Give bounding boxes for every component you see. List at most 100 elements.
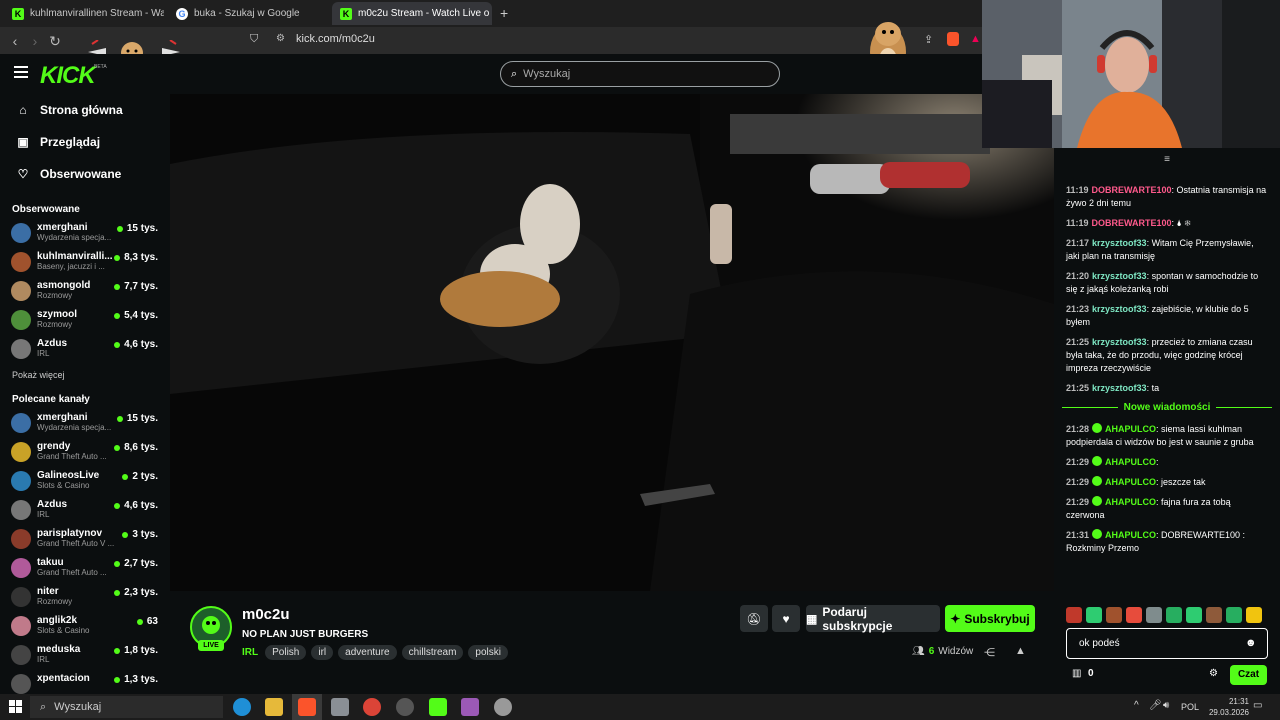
message-username[interactable]: krzysztoof33 bbox=[1092, 337, 1147, 347]
message-username[interactable]: AHAPULCO bbox=[1105, 424, 1156, 434]
points-icon[interactable]: ▥ bbox=[1072, 668, 1081, 679]
chrome-icon[interactable] bbox=[363, 698, 381, 716]
message-username[interactable]: AHAPULCO bbox=[1105, 457, 1156, 467]
emoji-picker-icon[interactable]: ☻ bbox=[1245, 637, 1257, 649]
channel-item[interactable]: xpentacion 1,3 tys. bbox=[0, 670, 170, 694]
emote-icon[interactable] bbox=[1106, 607, 1122, 623]
nav-browse[interactable]: ▣ Przeglądaj bbox=[0, 126, 170, 158]
emote-icon[interactable] bbox=[1126, 607, 1142, 623]
channel-item[interactable]: xmerghani Wydarzenia specja... 15 tys. bbox=[0, 219, 170, 248]
channel-viewers: 3 tys. bbox=[122, 529, 158, 540]
video-player[interactable] bbox=[170, 94, 1054, 591]
emote-icon[interactable] bbox=[1186, 607, 1202, 623]
channel-item[interactable]: niter Rozmowy 2,3 tys. bbox=[0, 583, 170, 612]
app-icon[interactable] bbox=[331, 698, 349, 716]
emote-icon[interactable] bbox=[1246, 607, 1262, 623]
obs-icon[interactable] bbox=[396, 698, 414, 716]
channel-item[interactable]: asmongold Rozmowy 7,7 tys. bbox=[0, 277, 170, 306]
channel-item[interactable]: szymool Rozmowy 5,4 tys. bbox=[0, 306, 170, 335]
file-explorer-icon[interactable] bbox=[265, 698, 283, 716]
clock[interactable]: 21:31 29.03.2026 bbox=[1203, 696, 1249, 718]
kick-logo[interactable]: KICK bbox=[40, 62, 96, 90]
new-tab-icon[interactable]: + bbox=[500, 5, 508, 21]
message-username[interactable]: krzysztoof33 bbox=[1092, 383, 1147, 393]
tag-chip[interactable]: polski bbox=[468, 645, 508, 660]
forward-icon[interactable]: › bbox=[26, 32, 44, 50]
browser-tab-1[interactable]: K kuhlmanvirallinen Stream - Watch Liv bbox=[4, 2, 164, 25]
search-input[interactable]: ⌕ Wyszukaj bbox=[500, 61, 780, 87]
message-username[interactable]: krzysztoof33 bbox=[1092, 238, 1147, 248]
share-icon[interactable]: ⋲ bbox=[984, 646, 995, 659]
emote-icon[interactable] bbox=[1226, 607, 1242, 623]
brave-rewards-icon[interactable]: ▲ bbox=[970, 33, 981, 45]
channel-item[interactable]: parisplatynov Grand Theft Auto V ... 3 tys… bbox=[0, 525, 170, 554]
bookmark-icon[interactable]: ⛉ bbox=[250, 33, 258, 46]
app-icon[interactable] bbox=[494, 698, 512, 716]
windows-start-icon[interactable] bbox=[9, 700, 22, 713]
tag-chip[interactable]: chillstream bbox=[401, 645, 464, 660]
gift-label: Podaruj subskrypcje bbox=[822, 604, 893, 633]
back-icon[interactable]: ‹ bbox=[6, 32, 24, 50]
channel-item[interactable]: takuu Grand Theft Auto ... 2,7 tys. bbox=[0, 554, 170, 583]
subscribe-button[interactable]: ✦ Subskrybuj bbox=[945, 605, 1035, 632]
nav-label: Obserwowane bbox=[40, 167, 122, 181]
emote-icon[interactable] bbox=[1206, 607, 1222, 623]
message-username[interactable]: krzysztoof33 bbox=[1092, 304, 1147, 314]
category-link[interactable]: IRL bbox=[242, 647, 258, 658]
emote-icon[interactable] bbox=[1086, 607, 1102, 623]
message-username[interactable]: AHAPULCO bbox=[1105, 477, 1156, 487]
nav-following[interactable]: ♡ Obserwowane bbox=[0, 158, 170, 190]
chat-send-button[interactable]: Czat bbox=[1230, 665, 1267, 685]
emote-icon[interactable] bbox=[1066, 607, 1082, 623]
tray-chevron-icon[interactable]: ^ bbox=[1134, 700, 1139, 711]
menu-icon[interactable] bbox=[14, 66, 28, 78]
channel-item[interactable]: xmerghani Wydarzenia specja... 15 tys. bbox=[0, 409, 170, 438]
channel-item[interactable]: grendy Grand Theft Auto ... 8,6 tys. bbox=[0, 438, 170, 467]
brave-shield-icon[interactable] bbox=[947, 32, 959, 46]
show-more-link[interactable]: Pokaż więcej bbox=[0, 364, 170, 386]
browser-tab-3-active[interactable]: K m0c2u Stream - Watch Live o ✕ bbox=[332, 2, 492, 25]
channel-item[interactable]: Azdus IRL 4,6 tys. bbox=[0, 496, 170, 525]
notifications-icon[interactable]: ▭ bbox=[1253, 700, 1262, 711]
message-username[interactable]: krzysztoof33 bbox=[1092, 271, 1147, 281]
site-info-icon[interactable]: ⚙ bbox=[276, 33, 285, 44]
language-indicator[interactable]: POL bbox=[1181, 702, 1199, 712]
share-icon[interactable]: ⇪ bbox=[924, 33, 933, 46]
message-username[interactable]: AHAPULCO bbox=[1105, 497, 1156, 507]
browser-tab-2[interactable]: G buka - Szukaj w Google bbox=[168, 2, 328, 25]
channel-item[interactable]: kuhlmanviralli... Baseny, jacuzzi i ... 8,… bbox=[0, 248, 170, 277]
channel-avatar bbox=[11, 529, 31, 549]
brave-browser-icon[interactable] bbox=[298, 698, 316, 716]
message-username[interactable]: DOBREWARTE100 bbox=[1092, 185, 1172, 195]
channel-item[interactable]: meduska IRL 1,8 tys. bbox=[0, 641, 170, 670]
chat-input[interactable]: ok podeś bbox=[1066, 628, 1268, 659]
tag-chip[interactable]: adventure bbox=[338, 645, 397, 660]
emote-icon[interactable] bbox=[1146, 607, 1162, 623]
emote-icon[interactable] bbox=[1166, 607, 1182, 623]
nav-home[interactable]: ⌂ Strona główna bbox=[0, 94, 170, 126]
channel-item[interactable]: anglik2k Slots & Casino 63 bbox=[0, 612, 170, 641]
streamer-name[interactable]: m0c2u bbox=[242, 606, 290, 623]
tag-chip[interactable]: Polish bbox=[265, 645, 307, 660]
url-text[interactable]: kick.com/m0c2u bbox=[296, 33, 375, 45]
notifications-button[interactable]: 🔕︎ bbox=[740, 605, 768, 632]
tag-chip[interactable]: irl bbox=[311, 645, 334, 660]
edge-icon[interactable] bbox=[233, 698, 251, 716]
browse-icon: ▣ bbox=[17, 135, 29, 149]
app-icon[interactable] bbox=[461, 698, 479, 716]
gift-subscription-button[interactable]: ▦ Podaruj subskrypcje bbox=[806, 604, 940, 633]
report-icon[interactable]: ▲ bbox=[1015, 645, 1026, 657]
channel-category: Baseny, jacuzzi i ... bbox=[37, 262, 105, 271]
message-username[interactable]: DOBREWARTE100 bbox=[1092, 218, 1172, 228]
channel-item[interactable]: Azdus IRL 4,6 tys. bbox=[0, 335, 170, 364]
reload-icon[interactable]: ↻ bbox=[46, 32, 64, 50]
volume-icon[interactable]: 🔊︎ bbox=[1163, 700, 1169, 711]
chat-settings-icon[interactable]: ⚙ bbox=[1209, 668, 1218, 679]
pinned-toggle-icon[interactable]: ≡ bbox=[1054, 148, 1280, 170]
kick-app-icon[interactable] bbox=[429, 698, 447, 716]
follow-button[interactable]: ♥ bbox=[772, 605, 800, 632]
microphone-icon[interactable]: 🎤︎ bbox=[1149, 700, 1162, 711]
channel-item[interactable]: GalineosLive Slots & Casino 2 tys. bbox=[0, 467, 170, 496]
taskbar-search[interactable]: ⌕ Wyszukaj bbox=[30, 696, 223, 718]
message-username[interactable]: AHAPULCO bbox=[1105, 530, 1156, 540]
